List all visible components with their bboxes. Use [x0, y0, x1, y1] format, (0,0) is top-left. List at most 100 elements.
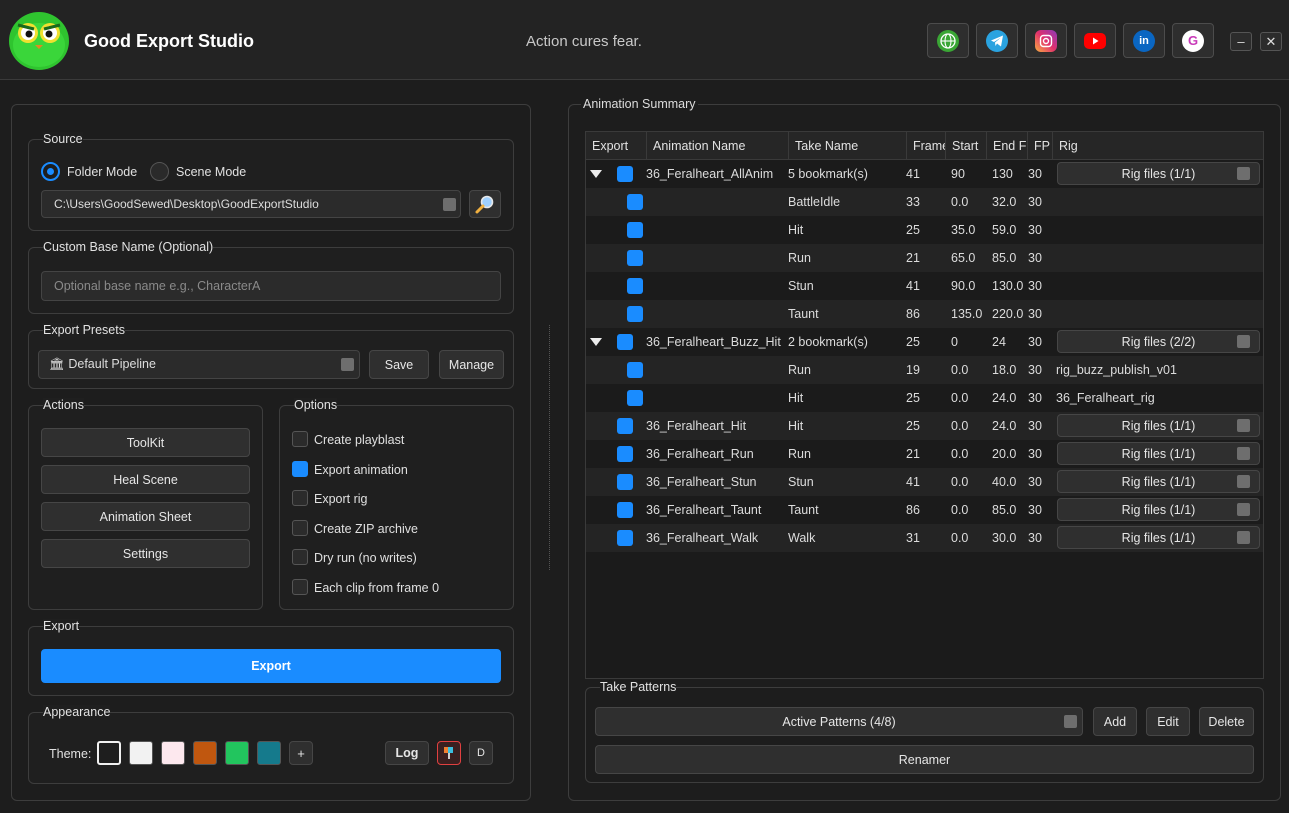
source-path-text: C:\Users\GoodSewed\Desktop\GoodExportStu…: [54, 197, 319, 211]
rig-files-button[interactable]: Rig files (2/2): [1057, 330, 1260, 353]
col-end[interactable]: End F: [986, 132, 1027, 160]
settings-button[interactable]: Settings: [41, 539, 250, 568]
expand-arrow-icon[interactable]: [590, 338, 602, 346]
rig-files-button[interactable]: Rig files (1/1): [1057, 162, 1260, 185]
linkedin-button[interactable]: in: [1123, 23, 1165, 58]
rig-dropdown-indicator: [1237, 531, 1250, 544]
col-export[interactable]: Export: [586, 132, 646, 160]
paint-button[interactable]: [437, 741, 461, 765]
table-row[interactable]: Run 21 65.0 85.0 30: [586, 244, 1263, 272]
export-checkbox[interactable]: [617, 474, 633, 490]
frames-cell: 41: [906, 475, 920, 489]
animation-name-cell: [646, 244, 786, 272]
rig-files-button[interactable]: Rig files (1/1): [1057, 470, 1260, 493]
toolkit-button[interactable]: ToolKit: [41, 428, 250, 457]
add-pattern-button[interactable]: Add: [1093, 707, 1137, 736]
browse-button[interactable]: [469, 190, 501, 218]
active-patterns-select[interactable]: Active Patterns (4/8): [595, 707, 1083, 736]
rig-files-button[interactable]: Rig files (1/1): [1057, 414, 1260, 437]
col-start[interactable]: Start: [945, 132, 986, 160]
website-button[interactable]: [927, 23, 969, 58]
table-row[interactable]: 36_Feralheart_Run Run 21 0.0 20.0 30 Rig files…: [586, 440, 1263, 468]
export-checkbox[interactable]: [617, 418, 633, 434]
expand-arrow-icon[interactable]: [590, 170, 602, 178]
export-animation-label: Export animation: [314, 463, 408, 477]
export-checkbox[interactable]: [617, 166, 633, 182]
animation-name-cell: [646, 272, 786, 300]
theme-swatch-orange[interactable]: [193, 741, 217, 765]
dry-run-checkbox[interactable]: [292, 549, 308, 565]
instagram-button[interactable]: [1025, 23, 1067, 58]
animation-sheet-button[interactable]: Animation Sheet: [41, 502, 250, 531]
edit-pattern-button[interactable]: Edit: [1146, 707, 1190, 736]
close-button[interactable]: ✕: [1260, 32, 1282, 51]
rig-files-label: Rig files (1/1): [1121, 530, 1196, 545]
save-preset-button[interactable]: Save: [369, 350, 429, 379]
export-checkbox[interactable]: [617, 530, 633, 546]
animation-name-cell: 36_Feralheart_Taunt: [646, 503, 762, 517]
create-playblast-checkbox[interactable]: [292, 431, 308, 447]
col-frames[interactable]: Frame: [906, 132, 945, 160]
dry-run-label: Dry run (no writes): [314, 551, 417, 565]
export-checkbox[interactable]: [627, 194, 643, 210]
panel-splitter[interactable]: [549, 325, 550, 570]
delete-pattern-button[interactable]: Delete: [1199, 707, 1254, 736]
export-checkbox[interactable]: [617, 502, 633, 518]
export-checkbox[interactable]: [627, 390, 643, 406]
table-row[interactable]: Hit 25 35.0 59.0 30: [586, 216, 1263, 244]
source-path-field[interactable]: C:\Users\GoodSewed\Desktop\GoodExportStu…: [41, 190, 461, 218]
rig-files-button[interactable]: Rig files (1/1): [1057, 498, 1260, 521]
folder-mode-radio[interactable]: [41, 162, 60, 181]
base-name-input[interactable]: Optional base name e.g., CharacterA: [41, 271, 501, 301]
create-zip-checkbox[interactable]: [292, 520, 308, 536]
telegram-button[interactable]: [976, 23, 1018, 58]
appearance-title: Appearance: [43, 705, 111, 719]
export-checkbox[interactable]: [627, 306, 643, 322]
theme-swatch-teal[interactable]: [257, 741, 281, 765]
g-button[interactable]: G: [1172, 23, 1214, 58]
frames-cell: 19: [906, 363, 920, 377]
export-rig-checkbox[interactable]: [292, 490, 308, 506]
youtube-button[interactable]: [1074, 23, 1116, 58]
col-take-name[interactable]: Take Name: [788, 132, 906, 160]
table-row[interactable]: Run 19 0.0 18.0 30 rig_buzz_publish_v01: [586, 356, 1263, 384]
each-clip-frame0-checkbox[interactable]: [292, 579, 308, 595]
path-dropdown-indicator: [443, 198, 456, 211]
preset-select[interactable]: 🏛 Default Pipeline: [38, 350, 360, 379]
d-button[interactable]: D: [469, 741, 493, 765]
table-row[interactable]: 36_Feralheart_Buzz_Hit 2 bookmark(s) 25 0 24…: [586, 328, 1263, 356]
export-checkbox[interactable]: [627, 222, 643, 238]
export-animation-checkbox[interactable]: [292, 461, 308, 477]
col-animation-name[interactable]: Animation Name: [646, 132, 788, 160]
table-row[interactable]: Hit 25 0.0 24.0 30 36_Feralheart_rig: [586, 384, 1263, 412]
table-row[interactable]: 36_Feralheart_Taunt Taunt 86 0.0 85.0 30 Rig f…: [586, 496, 1263, 524]
export-checkbox[interactable]: [627, 362, 643, 378]
export-checkbox[interactable]: [627, 250, 643, 266]
log-button[interactable]: Log: [385, 741, 429, 765]
export-checkbox[interactable]: [617, 446, 633, 462]
export-checkbox[interactable]: [627, 278, 643, 294]
scene-mode-radio[interactable]: [150, 162, 169, 181]
manage-presets-button[interactable]: Manage: [439, 350, 504, 379]
theme-swatch-pink[interactable]: [161, 741, 185, 765]
table-row[interactable]: 36_Feralheart_Stun Stun 41 0.0 40.0 30 Rig fil…: [586, 468, 1263, 496]
table-row[interactable]: Stun 41 90.0 130.0 30: [586, 272, 1263, 300]
add-theme-button[interactable]: +: [289, 741, 313, 765]
minimize-button[interactable]: –: [1230, 32, 1252, 51]
table-row[interactable]: Taunt 86 135.0 220.0 30: [586, 300, 1263, 328]
table-row[interactable]: 36_Feralheart_AllAnim 5 bookmark(s) 41 90 13…: [586, 160, 1263, 188]
theme-swatch-light[interactable]: [129, 741, 153, 765]
export-checkbox[interactable]: [617, 334, 633, 350]
col-rig[interactable]: Rig: [1052, 132, 1263, 160]
rig-files-button[interactable]: Rig files (1/1): [1057, 442, 1260, 465]
col-fps[interactable]: FP: [1027, 132, 1052, 160]
heal-scene-button[interactable]: Heal Scene: [41, 465, 250, 494]
table-row[interactable]: 36_Feralheart_Walk Walk 31 0.0 30.0 30 Rig fil…: [586, 524, 1263, 552]
renamer-button[interactable]: Renamer: [595, 745, 1254, 774]
export-button[interactable]: Export: [41, 649, 501, 683]
rig-files-button[interactable]: Rig files (1/1): [1057, 526, 1260, 549]
table-row[interactable]: 36_Feralheart_Hit Hit 25 0.0 24.0 30 Rig files…: [586, 412, 1263, 440]
table-row[interactable]: BattleIdle 33 0.0 32.0 30: [586, 188, 1263, 216]
theme-swatch-green[interactable]: [225, 741, 249, 765]
theme-swatch-dark[interactable]: [97, 741, 121, 765]
